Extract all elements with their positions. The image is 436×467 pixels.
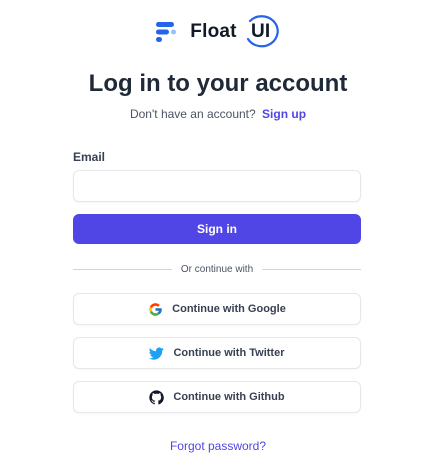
divider-line-left (73, 268, 172, 270)
signup-link[interactable]: Sign up (262, 107, 306, 121)
forgot-password-container: Forgot password? (0, 439, 436, 453)
email-label: Email (73, 150, 106, 164)
brand-suffix: UI (250, 21, 271, 42)
github-login-button[interactable]: Continue with Github (73, 381, 361, 413)
continue-divider: Or continue with (73, 262, 362, 276)
float-ui-logo-icon (156, 22, 177, 42)
brand-logo[interactable]: Float UI (0, 14, 436, 50)
signup-prompt: Don't have an account? Sign up (0, 107, 436, 121)
brand-suffix-badge: UI (242, 15, 280, 49)
github-icon (149, 389, 165, 405)
twitter-icon (149, 346, 165, 361)
brand-name: Float (190, 21, 237, 42)
sign-in-button[interactable]: Sign in (73, 214, 361, 244)
google-icon (148, 302, 163, 317)
email-input[interactable] (73, 170, 361, 202)
twitter-login-button[interactable]: Continue with Twitter (73, 337, 361, 369)
signup-prompt-text: Don't have an account? (129, 107, 256, 121)
google-login-button[interactable]: Continue with Google (73, 293, 361, 325)
divider-line-right (262, 268, 362, 270)
page-title: Log in to your account (88, 70, 348, 97)
login-page: Float UI Log in to your account Don't ha… (0, 0, 436, 467)
google-login-label: Continue with Google (172, 303, 286, 315)
twitter-login-label: Continue with Twitter (173, 347, 285, 359)
github-login-label: Continue with Github (173, 391, 285, 403)
divider-text: Or continue with (180, 263, 254, 275)
brand-wordmark: Float UI (190, 15, 279, 49)
forgot-password-link[interactable]: Forgot password? (170, 439, 266, 453)
